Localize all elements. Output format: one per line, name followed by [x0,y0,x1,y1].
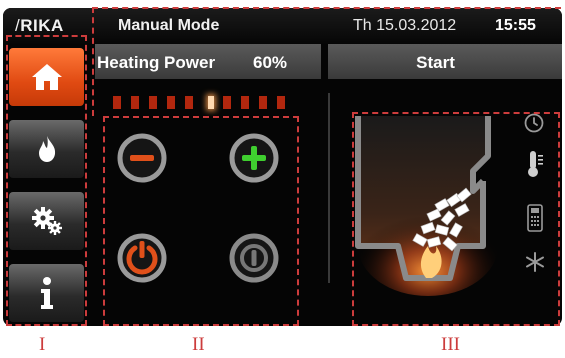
annotation-region-2-box [92,7,561,116]
annotation-label-3: III [441,334,460,355]
annotation-label-1: I [39,334,46,355]
rika-logo: /RIKA [15,16,64,36]
panel-divider [328,93,330,283]
annotation-label-2: II [192,334,205,355]
annotation-region-2-controls-box [103,116,299,326]
logo-text: RIKA [20,16,64,35]
annotation-region-3-box [352,112,560,326]
annotation-region-1-box [6,35,87,326]
